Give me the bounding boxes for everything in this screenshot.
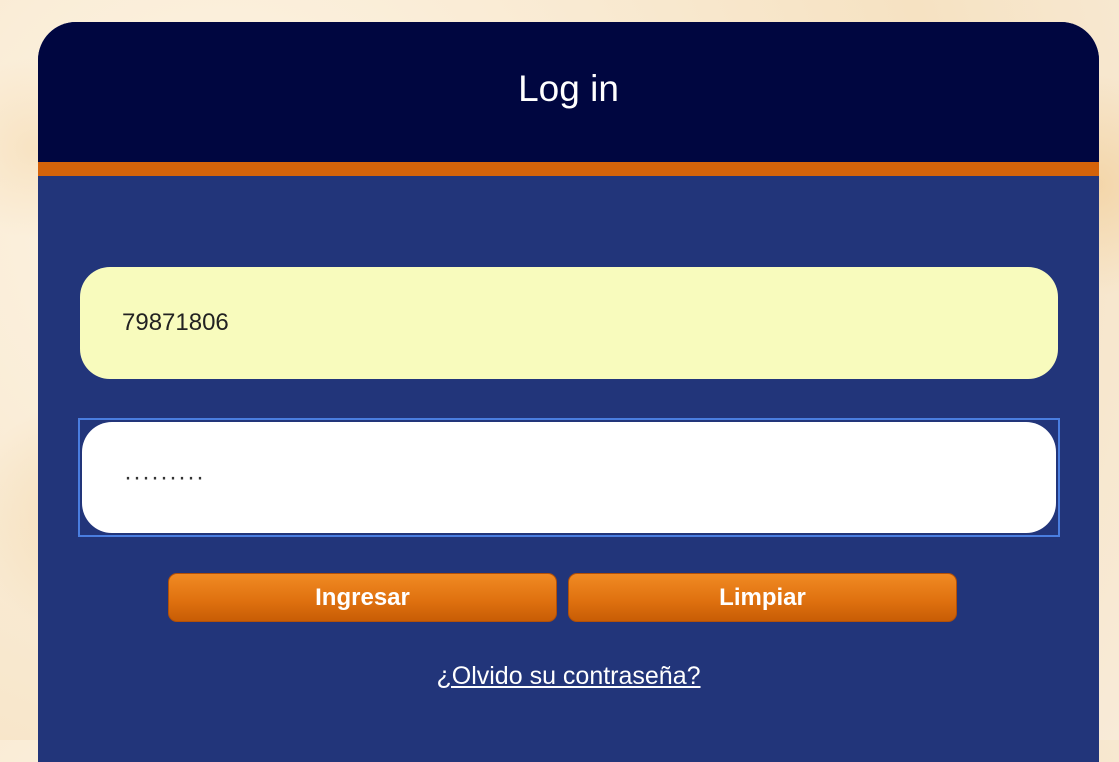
login-header: Log in bbox=[38, 22, 1099, 176]
password-input[interactable]: ········· bbox=[82, 422, 1056, 533]
username-input[interactable]: 79871806 bbox=[80, 267, 1058, 379]
login-panel: Log in 79871806 ········· Ingresar Limpi… bbox=[38, 22, 1099, 762]
forgot-password-link[interactable]: ¿Olvido su contraseña? bbox=[38, 662, 1099, 691]
password-focus-ring: ········· bbox=[78, 418, 1060, 537]
submit-button[interactable]: Ingresar bbox=[168, 573, 557, 622]
clear-button[interactable]: Limpiar bbox=[568, 573, 957, 622]
login-title: Log in bbox=[518, 68, 619, 109]
